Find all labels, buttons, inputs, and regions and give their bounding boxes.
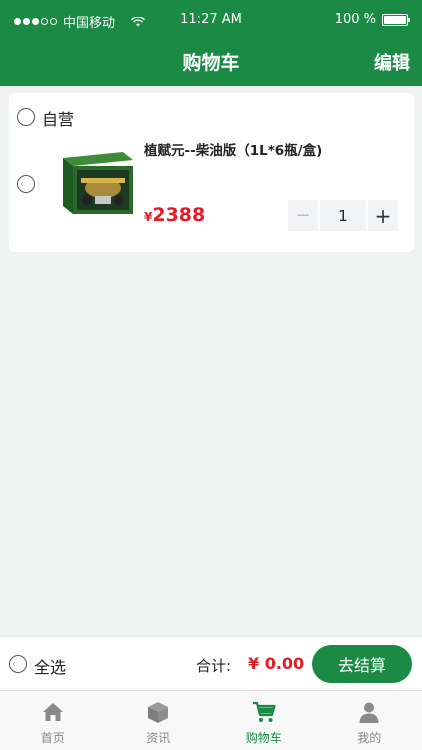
quantity-input[interactable]: 1 xyxy=(320,200,366,231)
price-value: 2388 xyxy=(152,204,206,226)
user-icon xyxy=(359,702,379,723)
shop-select-radio[interactable] xyxy=(17,108,35,126)
tab-profile[interactable]: 我的 xyxy=(317,691,422,750)
cart-icon xyxy=(252,701,276,722)
battery-percent: 100 % xyxy=(334,12,376,27)
product-title[interactable]: 植赋元--柴油版（1L*6瓶/盒) xyxy=(144,139,322,159)
checkout-button[interactable]: 去结算 xyxy=(312,645,412,683)
tab-profile-label: 我的 xyxy=(357,731,382,745)
total-label: 合计: xyxy=(196,657,232,675)
increase-button[interactable]: + xyxy=(368,200,398,231)
decrease-button[interactable]: − xyxy=(288,200,318,231)
shop-name: 自营 xyxy=(42,110,75,129)
product-image[interactable] xyxy=(51,148,136,218)
home-icon xyxy=(42,703,63,721)
tab-news-label: 资讯 xyxy=(146,731,171,745)
tab-cart[interactable]: 购物车 xyxy=(211,691,317,750)
tab-news[interactable]: 资讯 xyxy=(106,691,212,750)
cart-shop-card: 自营 植赋元--柴油版（1L*6瓶/盒) ¥2388 − 1 + xyxy=(9,93,414,252)
quantity-stepper: − 1 + xyxy=(288,200,398,231)
tab-home-label: 首页 xyxy=(40,731,65,745)
battery-icon xyxy=(382,13,410,26)
total-value: ¥ 0.00 xyxy=(248,654,305,673)
tab-bar: 首页 资讯 购物车 我的 xyxy=(0,690,422,750)
select-all-radio[interactable] xyxy=(9,655,27,673)
box-icon xyxy=(148,702,169,723)
top-bar: 中国移动 11:27 AM 100 % 购物车 编辑 xyxy=(0,0,422,86)
edit-button[interactable]: 编辑 xyxy=(374,49,410,75)
select-all-label[interactable]: 全选 xyxy=(34,654,66,678)
status-bar: 中国移动 11:27 AM 100 % xyxy=(0,0,422,40)
product-price: ¥2388 xyxy=(144,204,205,226)
tab-cart-label: 购物车 xyxy=(245,731,282,745)
page-title: 购物车 xyxy=(182,52,240,74)
item-select-radio[interactable] xyxy=(17,175,35,193)
tab-home[interactable]: 首页 xyxy=(0,691,106,750)
battery-info: 100 % xyxy=(334,12,410,27)
checkout-bar: 全选 合计: ¥ 0.00 去结算 xyxy=(0,636,422,690)
